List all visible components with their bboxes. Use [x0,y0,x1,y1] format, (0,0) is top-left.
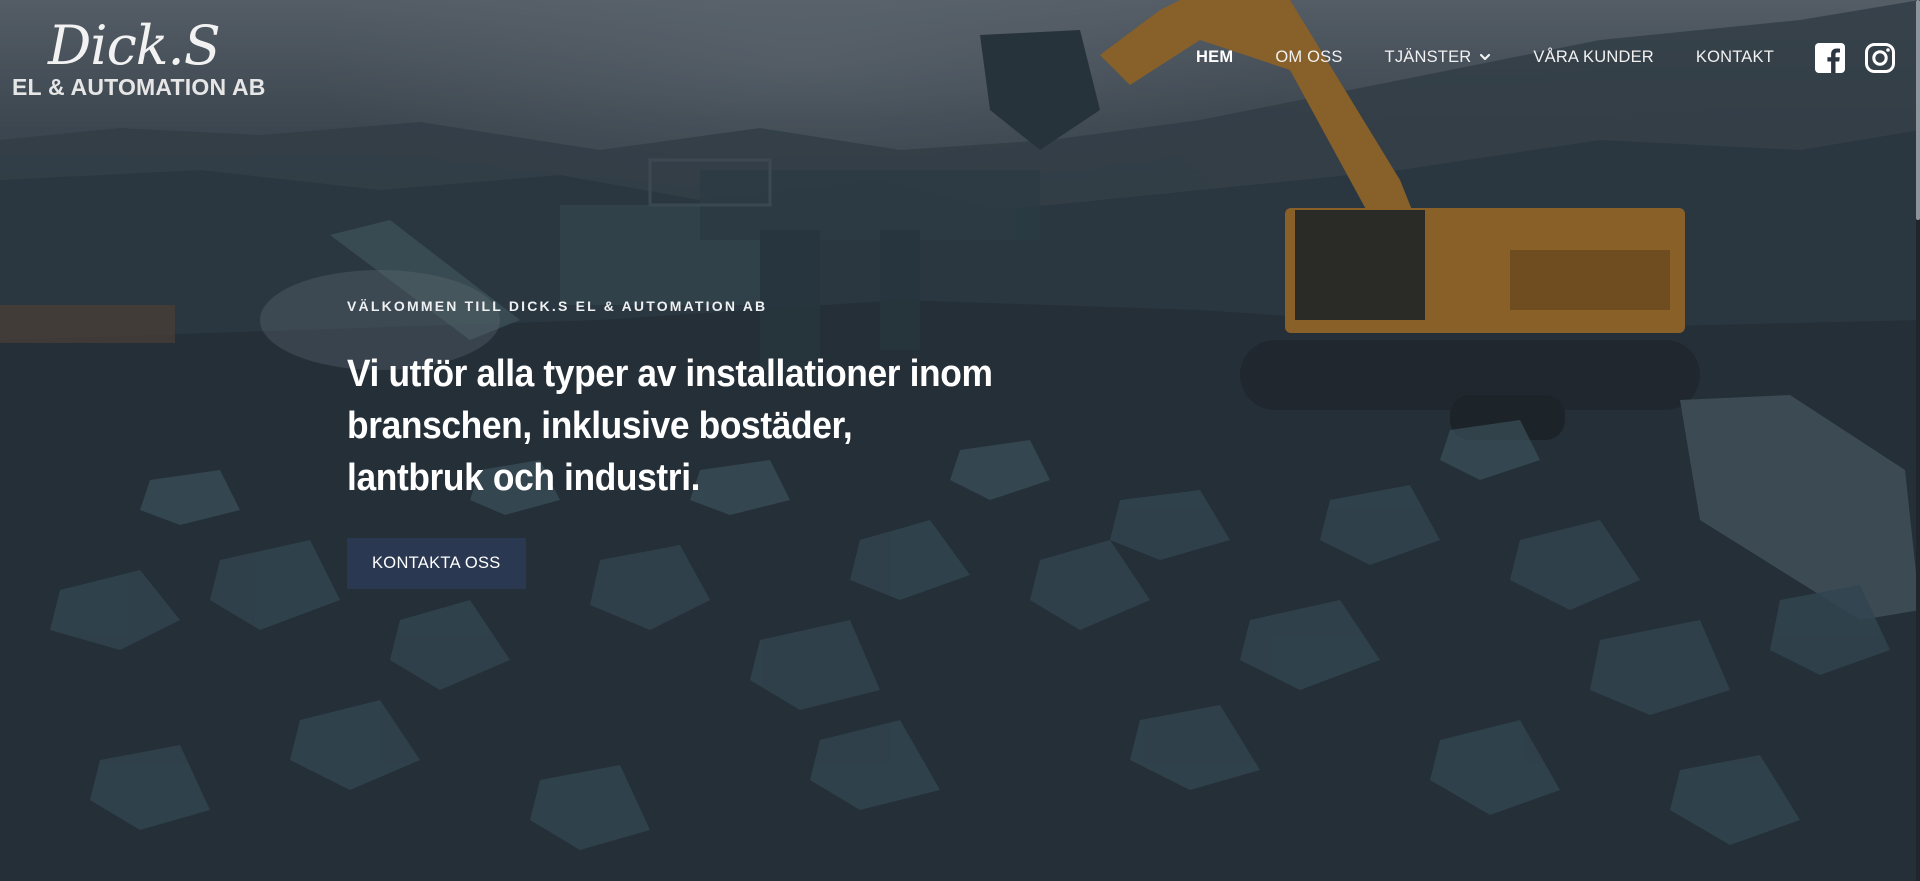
social-links [1814,42,1896,74]
nav-item-label: TJÄNSTER [1384,47,1472,66]
nav-item-hem[interactable]: HEM [1196,48,1233,67]
instagram-icon [1865,43,1895,73]
nav-item-tjanster[interactable]: TJÄNSTER [1385,48,1492,67]
scrollbar-thumb[interactable] [1916,0,1920,220]
main-nav: HEM OM OSS TJÄNSTER VÅRA KUNDER KONTAKT [1154,44,1774,70]
nav-item-label: OM OSS [1275,47,1343,66]
facebook-link[interactable] [1814,42,1846,74]
logo-subtitle: EL & AUTOMATION AB [12,74,266,100]
hero-section: Dick.S EL & AUTOMATION AB HEM OM OSS TJÄ… [0,0,1920,881]
site-logo[interactable]: Dick.S EL & AUTOMATION AB [12,14,282,104]
nav-item-vara-kunder[interactable]: VÅRA KUNDER [1533,48,1653,67]
hero-content: VÄLKOMMEN TILL DICK.S EL & AUTOMATION AB… [347,298,1067,589]
instagram-link[interactable] [1864,42,1896,74]
logo-script-text: Dick.S [48,14,221,77]
nav-item-label: VÅRA KUNDER [1533,47,1654,66]
nav-item-label: KONTAKT [1695,47,1774,66]
facebook-icon [1815,43,1845,73]
hero-headline: Vi utför alla typer av installationer in… [347,353,993,499]
site-header: Dick.S EL & AUTOMATION AB HEM OM OSS TJÄ… [0,0,1920,120]
chevron-down-icon [1480,53,1491,61]
hero-eyebrow: VÄLKOMMEN TILL DICK.S EL & AUTOMATION AB [347,298,768,314]
contact-us-button[interactable]: KONTAKTA OSS [347,538,526,589]
nav-item-om-oss[interactable]: OM OSS [1275,48,1342,67]
nav-item-kontakt[interactable]: KONTAKT [1696,48,1774,67]
scrollbar-track[interactable] [1916,0,1920,881]
nav-item-label: HEM [1196,47,1234,66]
